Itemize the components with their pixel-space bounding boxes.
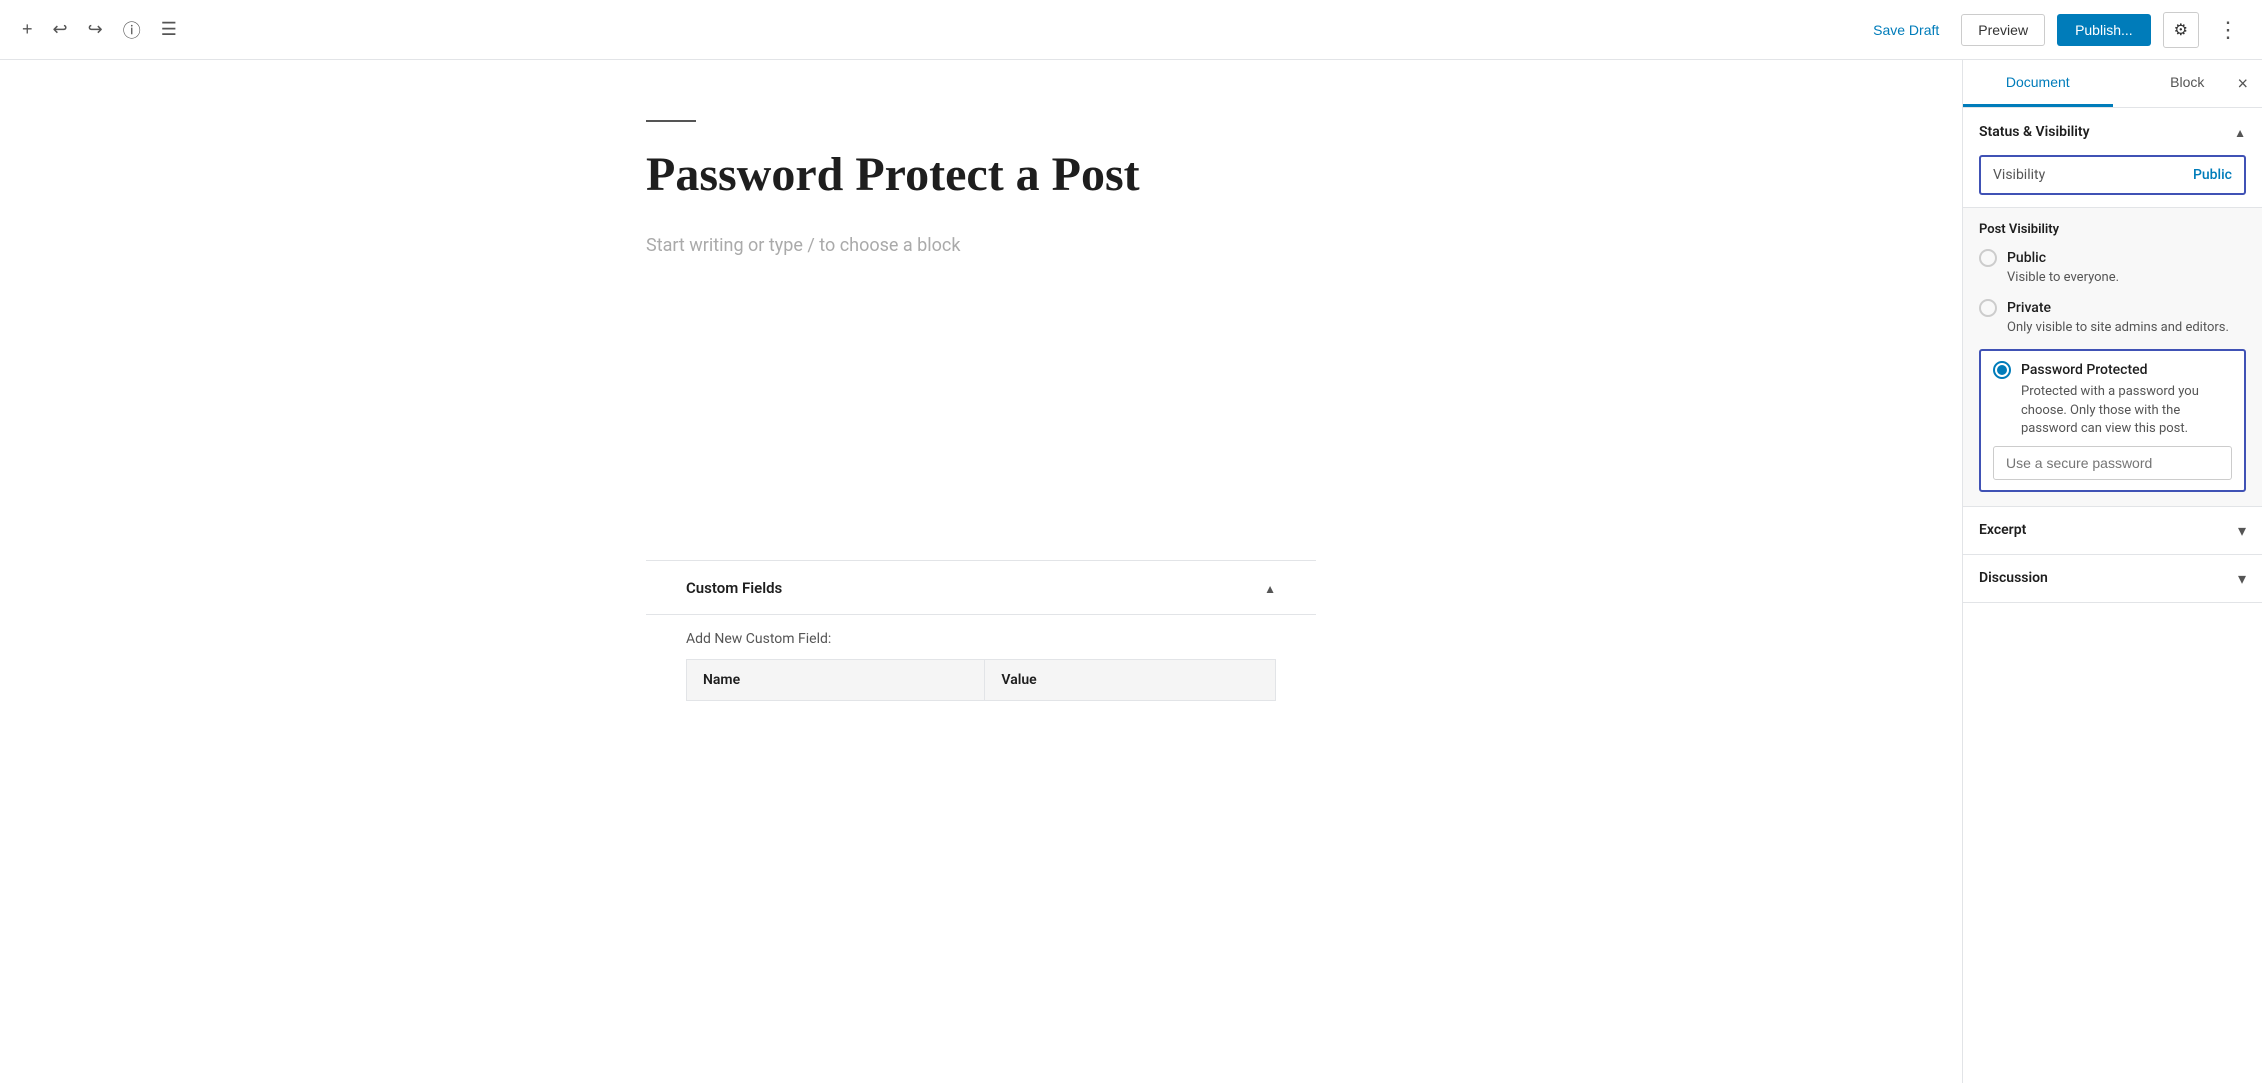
sidebar-close-button[interactable]: × [2223,63,2262,104]
publish-button[interactable]: Publish... [2057,14,2151,46]
add-icon: + [22,19,33,40]
undo-button[interactable]: ↩ [47,13,74,46]
excerpt-header[interactable]: Excerpt [1963,507,2262,554]
pv-option-password-protected: Password Protected Protected with a pass… [1979,349,2246,492]
post-visibility-panel: Post Visibility Public Visible to everyo… [1963,207,2262,506]
pv-option-private: Private Only visible to site admins and … [1979,299,2246,337]
table-header-row: Name Value [687,660,1276,701]
status-visibility-title: Status & Visibility [1979,124,2090,140]
editor-inner: Password Protect a Post Start writing or… [606,60,1356,757]
custom-fields-table: Name Value [686,659,1276,701]
more-icon: ⋮ [2217,17,2240,42]
excerpt-section: Excerpt [1963,507,2262,555]
toolbar-right: Save Draft Preview Publish... ⚙ ⋮ [1863,12,2246,48]
editor-bottom: Custom Fields Add New Custom Field: Name… [646,560,1316,717]
post-placeholder[interactable]: Start writing or type / to choose a bloc… [646,232,1316,261]
custom-fields-title: Custom Fields [686,579,782,597]
info-button[interactable]: ⓘ [117,11,147,49]
visibility-label: Visibility [1993,167,2045,183]
pv-option-private-desc: Only visible to site admins and editors. [2007,319,2246,337]
info-icon: ⓘ [123,17,141,43]
discussion-title: Discussion [1979,570,2048,586]
pv-option-password-row: Password Protected [1993,361,2232,379]
discussion-section: Discussion [1963,555,2262,603]
status-visibility-toggle-icon [2234,122,2246,141]
visibility-value[interactable]: Public [2193,167,2232,183]
excerpt-toggle-icon [2238,521,2246,540]
status-visibility-header[interactable]: Status & Visibility [1963,108,2262,155]
redo-icon: ↪ [88,19,103,40]
pv-option-private-name: Private [2007,300,2051,316]
post-title[interactable]: Password Protect a Post [646,146,1316,204]
table-header-value: Value [985,660,1276,701]
undo-icon: ↩ [53,19,68,40]
password-input[interactable] [1993,446,2232,480]
pv-option-password-name: Password Protected [2021,362,2148,378]
pv-option-private-row: Private [1979,299,2246,317]
pv-option-password-desc: Protected with a password you choose. On… [2021,383,2232,438]
pv-option-public-row: Public [1979,249,2246,267]
more-options-button[interactable]: ⋮ [2211,13,2246,47]
editor-area: Password Protect a Post Start writing or… [0,60,1962,1083]
custom-fields-header[interactable]: Custom Fields [646,561,1316,615]
preview-button[interactable]: Preview [1961,14,2045,46]
pv-radio-public[interactable] [1979,249,1997,267]
discussion-toggle-icon [2238,569,2246,588]
toolbar-left: + ↩ ↪ ⓘ ☰ [16,11,183,49]
visibility-row: Visibility Public [1993,167,2232,183]
pv-option-public-desc: Visible to everyone. [2007,269,2246,287]
gear-icon: ⚙ [2174,20,2188,40]
custom-fields-toggle-icon [1264,577,1276,598]
excerpt-title: Excerpt [1979,522,2026,538]
custom-fields-add-label: Add New Custom Field: [686,631,1276,647]
post-divider [646,120,696,122]
redo-button[interactable]: ↪ [82,13,109,46]
pv-option-public: Public Visible to everyone. [1979,249,2246,287]
add-block-button[interactable]: + [16,13,39,46]
status-visibility-section: Status & Visibility Visibility Public Po… [1963,108,2262,507]
main-area: Password Protect a Post Start writing or… [0,60,2262,1083]
sidebar-header: Document Block × [1963,60,2262,108]
list-view-button[interactable]: ☰ [155,13,183,46]
post-visibility-title: Post Visibility [1979,222,2246,237]
list-icon: ☰ [161,19,177,40]
sidebar: Document Block × Status & Visibility Vis… [1962,60,2262,1083]
custom-fields-body: Add New Custom Field: Name Value [646,615,1316,717]
table-header-name: Name [687,660,985,701]
toolbar: + ↩ ↪ ⓘ ☰ Save Draft Preview Publish... … [0,0,2262,60]
custom-fields-section: Custom Fields Add New Custom Field: Name… [646,561,1316,717]
pv-radio-private[interactable] [1979,299,1997,317]
pv-radio-password-protected[interactable] [1993,361,2011,379]
discussion-header[interactable]: Discussion [1963,555,2262,602]
settings-button[interactable]: ⚙ [2163,12,2199,48]
save-draft-button[interactable]: Save Draft [1863,16,1949,44]
visibility-row-wrapper: Visibility Public [1979,155,2246,195]
tab-document[interactable]: Document [1963,60,2113,107]
pv-option-public-name: Public [2007,250,2046,266]
